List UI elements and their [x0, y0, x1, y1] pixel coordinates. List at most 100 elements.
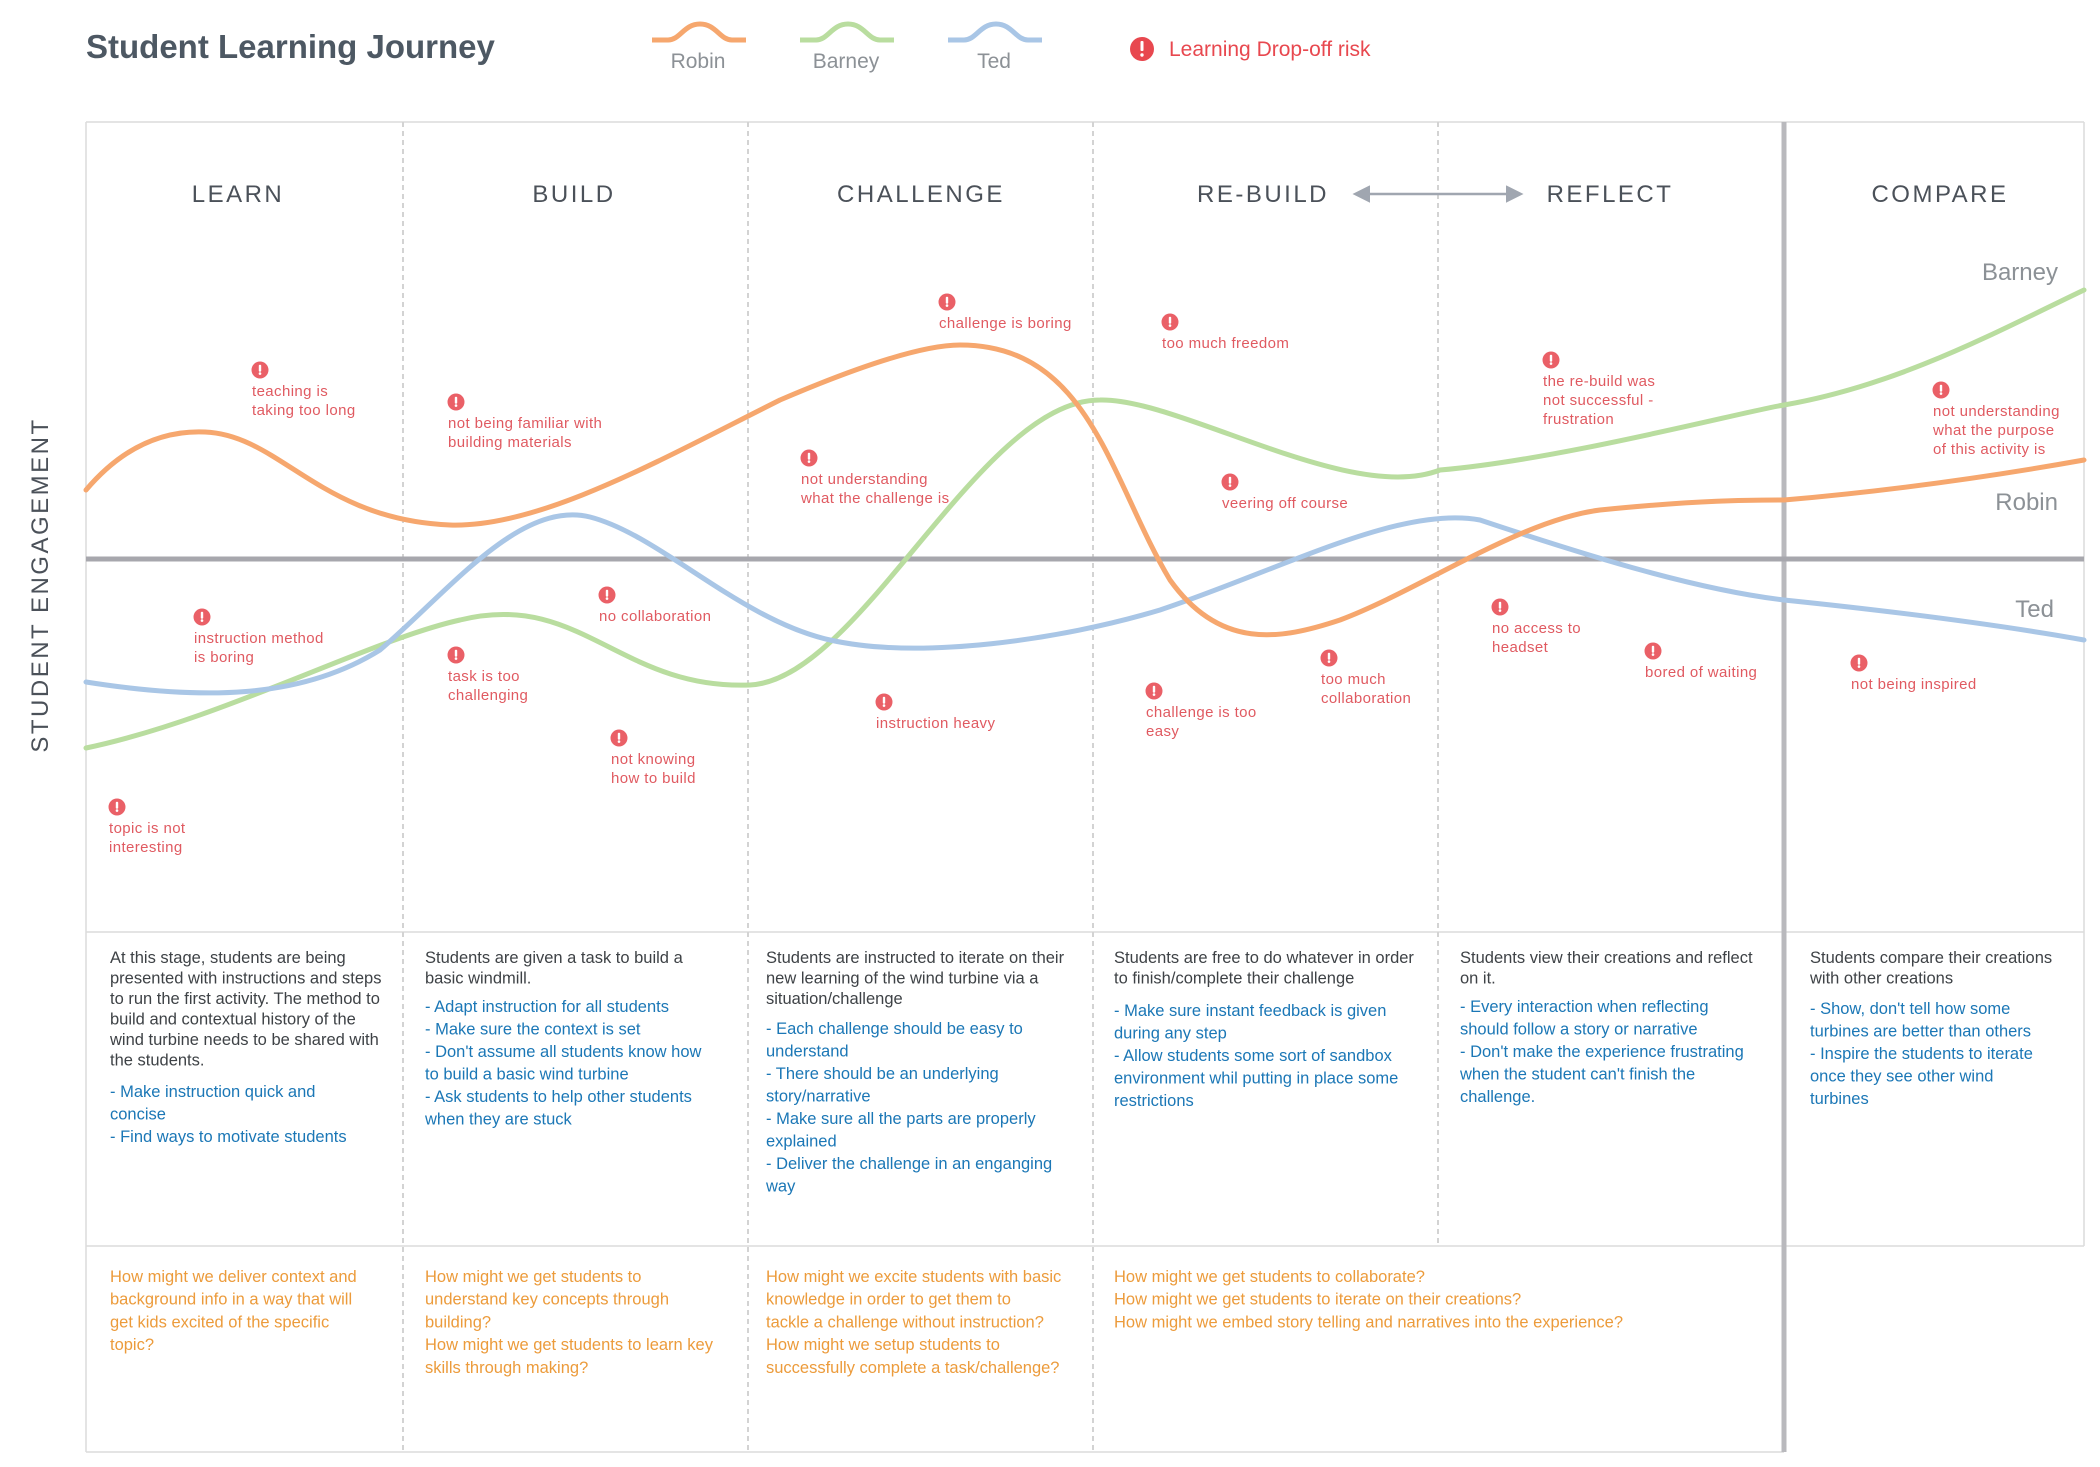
stage-recommendations-line: should follow a story or narrative [1460, 1021, 1698, 1039]
stage-recommendations-line: - Adapt instruction for all students [425, 998, 669, 1016]
stage-recommendations-line: - Make instruction quick and [110, 1083, 315, 1101]
stage-summary: Students are instructed to iterate on th… [766, 949, 1065, 1008]
how-might-we-question: How might we deliver context and backgrou… [110, 1268, 357, 1354]
phase-challenge: CHALLENGE [837, 181, 1005, 208]
risk-label-line: challenge is boring [939, 315, 1072, 332]
stage-recommendations: - Show, don't tell how some turbines are … [1810, 1000, 2033, 1108]
exclamation-circle-icon [447, 646, 465, 664]
how-might-we-question-line: How might we setup students to [766, 1336, 1000, 1354]
how-might-we-question-line: How might we deliver context and [110, 1268, 357, 1286]
risk-annotation: bored of waiting [1644, 642, 1757, 681]
stage-recommendations-line: when they are stuck [424, 1111, 572, 1129]
risk-label: not understanding what the purpose of this… [1932, 403, 2060, 458]
exclamation-circle-icon [1542, 351, 1560, 369]
risk-label-line: teaching is [252, 383, 328, 400]
risk-label: teaching is taking too long [252, 383, 356, 419]
risk-annotation: instruction heavy [875, 693, 995, 732]
stage-recommendations-line: - Every interaction when reflecting [1460, 998, 1709, 1016]
how-might-we-question-line: understand key concepts through [425, 1291, 669, 1309]
legend-item-ted: Ted [948, 21, 1042, 73]
stage-description: Students are free to do whatever in orde… [1114, 949, 1414, 1110]
risk-label: veering off course [1222, 495, 1348, 512]
how-might-we-question-line: How might we get students to learn key [425, 1336, 714, 1354]
risk-legend-label: Learning Drop-off risk [1169, 38, 1371, 61]
learning-journey-map: Student Learning Journey Robin Barney Te… [27, 21, 2087, 1453]
risk-label-line: easy [1146, 723, 1179, 740]
stage-recommendations-line: - Don't assume all students know how [425, 1043, 702, 1061]
risk-annotation: not understanding what the purpose of this… [1932, 381, 2060, 458]
how-might-we-question-line: How might we get students to collaborate… [1114, 1268, 1425, 1286]
risk-label: no access to headset [1492, 620, 1581, 656]
exclamation-circle-icon [1932, 381, 1950, 399]
how-might-we-question: How might we excite students with basic k… [766, 1268, 1061, 1377]
risk-label-line: instruction method [194, 630, 324, 647]
risk-label-line: task is too [448, 668, 520, 685]
risk-annotation: not being familiar with building material… [447, 393, 602, 451]
risk-label: the re-build was not successful - frustrat… [1543, 373, 1655, 428]
risk-annotation: too much collaboration [1320, 649, 1411, 707]
how-might-we-question-line: successfully complete a task/challenge? [766, 1359, 1060, 1377]
legend-item-robin: Robin [652, 21, 746, 73]
phase-reflect: REFLECT [1547, 181, 1674, 208]
stage-recommendations-line: when the student can't finish the [1459, 1066, 1695, 1084]
phase-learn: LEARN [192, 181, 285, 208]
robin-legend-swatch [652, 21, 746, 43]
risk-label-line: too much [1321, 671, 1386, 688]
risk-label-line: not knowing [611, 751, 695, 768]
risk-label-line: building materials [448, 434, 572, 451]
stage-summary-line: Students view their creations and reflec… [1460, 949, 1753, 967]
stage-summary-line: on it. [1460, 970, 1496, 988]
how-might-we-question-line: topic? [110, 1336, 154, 1354]
stage-recommendations-line: - Make sure instant feedback is given [1114, 1002, 1386, 1020]
stage-summary-line: Students are free to do whatever in orde… [1114, 949, 1414, 967]
risk-label-line: collaboration [1321, 690, 1411, 707]
stage-recommendations-line: explained [766, 1133, 837, 1151]
exclamation-circle-icon [1491, 598, 1509, 616]
stage-recommendations-line: - Each challenge should be easy to [766, 1020, 1023, 1038]
risk-label: challenge is too easy [1146, 704, 1257, 740]
how-might-we-question-line: building? [425, 1313, 491, 1331]
stage-summary-line: basic windmill. [425, 970, 531, 988]
stage-recommendations-line: during any step [1114, 1025, 1227, 1043]
risk-label-line: challenging [448, 687, 528, 704]
risk-annotation: not understanding what the challenge is [800, 449, 950, 507]
stage-summary-line: the students. [110, 1052, 204, 1070]
stage-summary: Students view their creations and reflec… [1460, 949, 1753, 988]
stage-recommendations: - Adapt instruction for all students - Ma… [424, 998, 702, 1129]
exclamation-circle-icon [447, 393, 465, 411]
risk-label-line: instruction heavy [876, 715, 995, 732]
risk-label-line: too much freedom [1162, 335, 1289, 352]
risk-label-line: taking too long [252, 402, 356, 419]
risk-label: too much freedom [1162, 335, 1289, 352]
risk-annotations: teaching is taking too long instruction me… [108, 293, 2060, 856]
stage-summary: Students are free to do whatever in orde… [1114, 949, 1414, 988]
risk-label-line: no collaboration [599, 608, 711, 625]
risk-label: instruction heavy [876, 715, 995, 732]
risk-annotation: challenge is boring [938, 293, 1072, 332]
risk-label: not understanding what the challenge is [800, 471, 950, 507]
how-might-we-question-line: skills through making? [425, 1359, 588, 1377]
stage-description: At this stage, students are being present… [109, 949, 382, 1146]
series-label-barney: Barney [1982, 259, 2058, 286]
exclamation-circle-icon [1221, 473, 1239, 491]
risk-label: not being inspired [1851, 676, 1977, 693]
stage-recommendations-line: - Show, don't tell how some [1810, 1000, 2010, 1018]
risk-annotation: the re-build was not successful - frustrat… [1542, 351, 1655, 428]
risk-label-line: not understanding [801, 471, 928, 488]
stage-description: Students compare their creations with oth… [1809, 949, 2052, 1108]
risk-annotation: no collaboration [598, 586, 711, 625]
risk-label-line: interesting [109, 839, 183, 856]
phase-compare: COMPARE [1871, 181, 2008, 208]
stage-recommendations: - Each challenge should be easy to unders… [765, 1020, 1052, 1196]
stage-recommendations-line: - Don't make the experience frustrating [1460, 1043, 1744, 1061]
risk-label-line: how to build [611, 770, 696, 787]
how-might-we-questions: How might we deliver context and backgrou… [110, 1268, 1623, 1377]
stage-recommendations-line: - Make sure all the parts are properly [766, 1110, 1036, 1128]
stage-recommendations-line: understand [766, 1043, 849, 1061]
exclamation-circle-icon [938, 293, 956, 311]
risk-annotation: task is too challenging [447, 646, 528, 704]
risk-label-line: what the purpose [1932, 422, 2054, 439]
stage-summary-line: At this stage, students are being [110, 949, 346, 967]
stage-summary-line: to run the first activity. The method to [110, 990, 380, 1008]
how-might-we-question: How might we get students to collaborate… [1114, 1268, 1623, 1331]
